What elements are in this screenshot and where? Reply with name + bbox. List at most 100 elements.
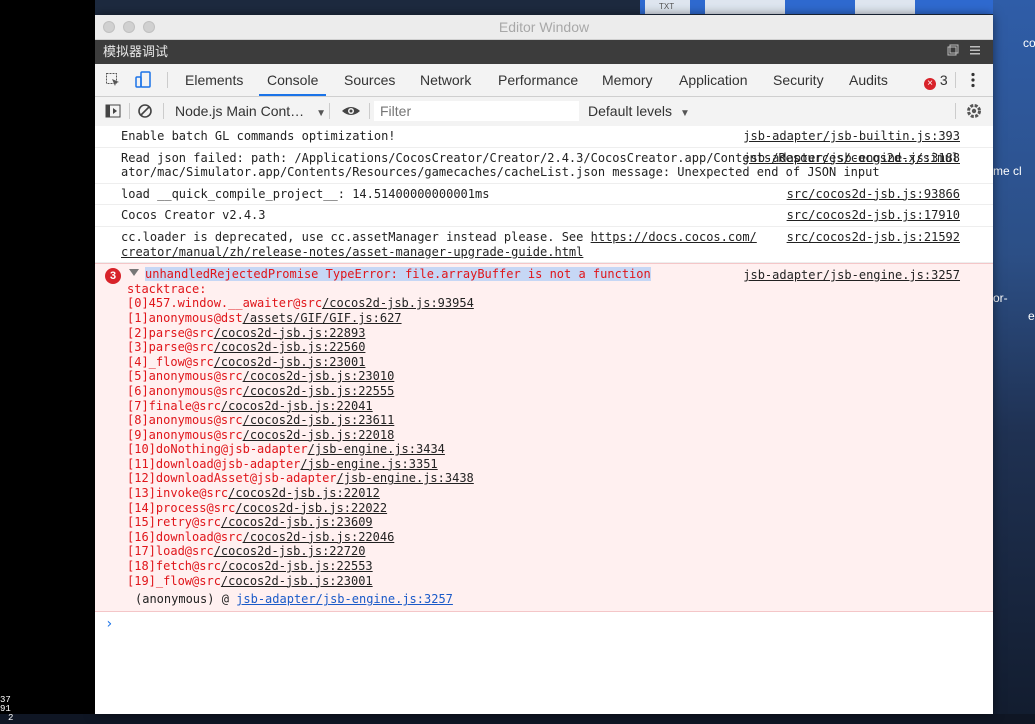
message-source-link[interactable]: src/cocos2d-jsb.js:21592 [787,230,960,245]
inspect-element-icon[interactable] [105,72,121,91]
message-text-prefix: cc.loader is deprecated, use cc.assetMan… [121,229,591,244]
console-output: Enable batch GL commands optimization! j… [95,126,993,714]
stack-frame-function: [15]retry@src [127,515,221,530]
stack-frame: [17]load@src/cocos2d-jsb.js:22720 [127,544,993,559]
stack-frame-function: [0]457.window.__awaiter@src [127,296,323,311]
menu-icon[interactable] [969,40,981,64]
simulator-bar: 模拟器调试 [95,40,993,64]
log-levels-dropdown[interactable]: Default levels ▼ [588,97,690,128]
divider [329,103,330,119]
stack-frame-link[interactable]: /cocos2d-jsb.js:23001 [214,355,366,369]
message-source-link[interactable]: src/cocos2d-jsb.js:17910 [787,208,960,223]
error-counter[interactable]: × 3 [924,64,948,96]
divider [955,103,956,119]
message-source-link[interactable]: src/cocos2d-jsb.js:93866 [787,187,960,202]
expand-triangle-icon[interactable] [129,269,139,277]
desktop-text: me cl [993,164,1022,178]
stack-frame-function: [8]anonymous@src [127,413,243,428]
live-expression-eye-icon[interactable] [341,103,361,122]
stack-frame-function: [4]_flow@src [127,354,214,369]
stack-frame-link[interactable]: /cocos2d-jsb.js:22022 [235,501,387,515]
stack-frame-link[interactable]: /assets/GIF/GIF.js:627 [243,311,402,325]
corner-number: 2 [8,713,14,723]
divider [369,103,370,119]
stack-frame-link[interactable]: /cocos2d-jsb.js:22046 [243,530,395,544]
stack-frame: [6]anonymous@src/cocos2d-jsb.js:22555 [127,384,993,399]
tab-sources[interactable]: Sources [344,64,395,96]
dropdown-arrow-icon: ▼ [316,108,326,119]
tab-elements[interactable]: Elements [185,64,243,96]
sidebar-toggle-icon[interactable] [105,103,121,122]
stack-frame-link[interactable]: /cocos2d-jsb.js:22893 [214,326,366,340]
stack-frame-function: [12]downloadAsset@jsb-adapter [127,471,337,486]
stack-frame: [14]process@src/cocos2d-jsb.js:22022 [127,501,993,516]
stacktrace: [0]457.window.__awaiter@src/cocos2d-jsb.… [127,296,993,588]
undock-icon[interactable] [947,40,959,64]
stack-frame-link[interactable]: /cocos2d-jsb.js:22560 [214,340,366,354]
anonymous-frame-link[interactable]: jsb-adapter/jsb-engine.js:3257 [236,592,453,606]
device-toolbar-icon[interactable] [135,71,151,92]
stack-frame-link[interactable]: /jsb-engine.js:3438 [337,471,474,485]
error-x-icon: × [924,78,936,90]
stack-frame-link[interactable]: /cocos2d-jsb.js:22553 [221,559,373,573]
gear-icon[interactable] [965,102,983,123]
stack-frame-function: [3]parse@src [127,340,214,355]
stack-frame-link[interactable]: /cocos2d-jsb.js:23611 [243,413,395,427]
stack-frame: [16]download@src/cocos2d-jsb.js:22046 [127,530,993,545]
stack-frame-link[interactable]: /cocos2d-jsb.js:23001 [221,574,373,588]
stack-frame: [12]downloadAsset@jsb-adapter/jsb-engine… [127,471,993,486]
tab-security[interactable]: Security [773,64,824,96]
filter-input[interactable] [374,101,579,121]
tab-memory[interactable]: Memory [602,64,653,96]
divider [955,72,956,88]
stack-frame-function: [17]load@src [127,544,214,559]
console-message: Read json failed: path: /Applications/Co… [95,148,993,184]
stack-frame: [15]retry@src/cocos2d-jsb.js:23609 [127,515,993,530]
message-source-link[interactable]: jsb-adapter/jsb-builtin.js:393 [743,129,960,144]
stack-frame-function: [6]anonymous@src [127,383,243,398]
message-source-link[interactable]: jsb-adapter/jsb-engine.js:3188 [743,151,960,166]
console-prompt[interactable]: › [95,612,993,632]
anonymous-prefix: (anonymous) @ [135,592,237,607]
tab-network[interactable]: Network [420,64,471,96]
message-text: load __quick_compile_project__: 14.51400… [121,186,490,201]
error-source-link[interactable]: jsb-adapter/jsb-engine.js:3257 [743,268,960,283]
context-selector-label: Node.js Main Cont… [175,103,305,119]
tab-performance[interactable]: Performance [498,64,578,96]
stack-frame-function: [10]doNothing@jsb-adapter [127,442,308,457]
stack-frame-function: [11]download@jsb-adapter [127,456,301,471]
devtools-tabbar: Elements Console Sources Network Perform… [95,64,993,97]
stack-frame-link[interactable]: /cocos2d-jsb.js:23010 [243,369,395,383]
desktop-top-strip [640,0,1035,14]
stack-frame-link[interactable]: /cocos2d-jsb.js:22018 [243,428,395,442]
stack-frame-link[interactable]: /jsb-engine.js:3351 [300,457,437,471]
desktop-text: e [1028,309,1035,323]
tab-console[interactable]: Console [258,64,327,96]
stack-frame-function: [2]parse@src [127,325,214,340]
desktop-bottom [0,714,1035,724]
divider [167,72,168,88]
stack-frame-link[interactable]: /cocos2d-jsb.js:23609 [221,515,373,529]
tab-audits[interactable]: Audits [849,64,888,96]
desktop-tile [855,0,915,14]
context-selector[interactable]: Node.js Main Cont… ▼ [175,97,326,128]
anonymous-frame: (anonymous) @ jsb-adapter/jsb-engine.js:… [135,592,993,607]
divider [163,103,164,119]
console-message: Enable batch GL commands optimization! j… [95,126,993,148]
clear-console-icon[interactable] [137,103,153,122]
desktop-tile [705,0,785,14]
tab-application[interactable]: Application [679,64,748,96]
console-message: Cocos Creator v2.4.3 src/cocos2d-jsb.js:… [95,205,993,227]
stack-frame-link[interactable]: /cocos2d-jsb.js:22720 [214,544,366,558]
stack-frame: [19]_flow@src/cocos2d-jsb.js:23001 [127,574,993,589]
stack-frame-link[interactable]: /cocos2d-jsb.js:22041 [221,399,373,413]
stack-frame-function: [5]anonymous@src [127,369,243,384]
more-options-icon[interactable] [971,72,975,91]
title-bar: Editor Window [95,15,993,40]
stack-frame-link[interactable]: /cocos2d-jsb.js:93954 [322,296,474,310]
stack-frame-link[interactable]: /cocos2d-jsb.js:22555 [243,384,395,398]
stack-frame-link[interactable]: /jsb-engine.js:3434 [308,442,445,456]
desktop-text: co [1023,36,1035,50]
error-message: 3 unhandledRejectedPromise TypeError: fi… [95,263,993,612]
stack-frame-link[interactable]: /cocos2d-jsb.js:22012 [228,486,380,500]
